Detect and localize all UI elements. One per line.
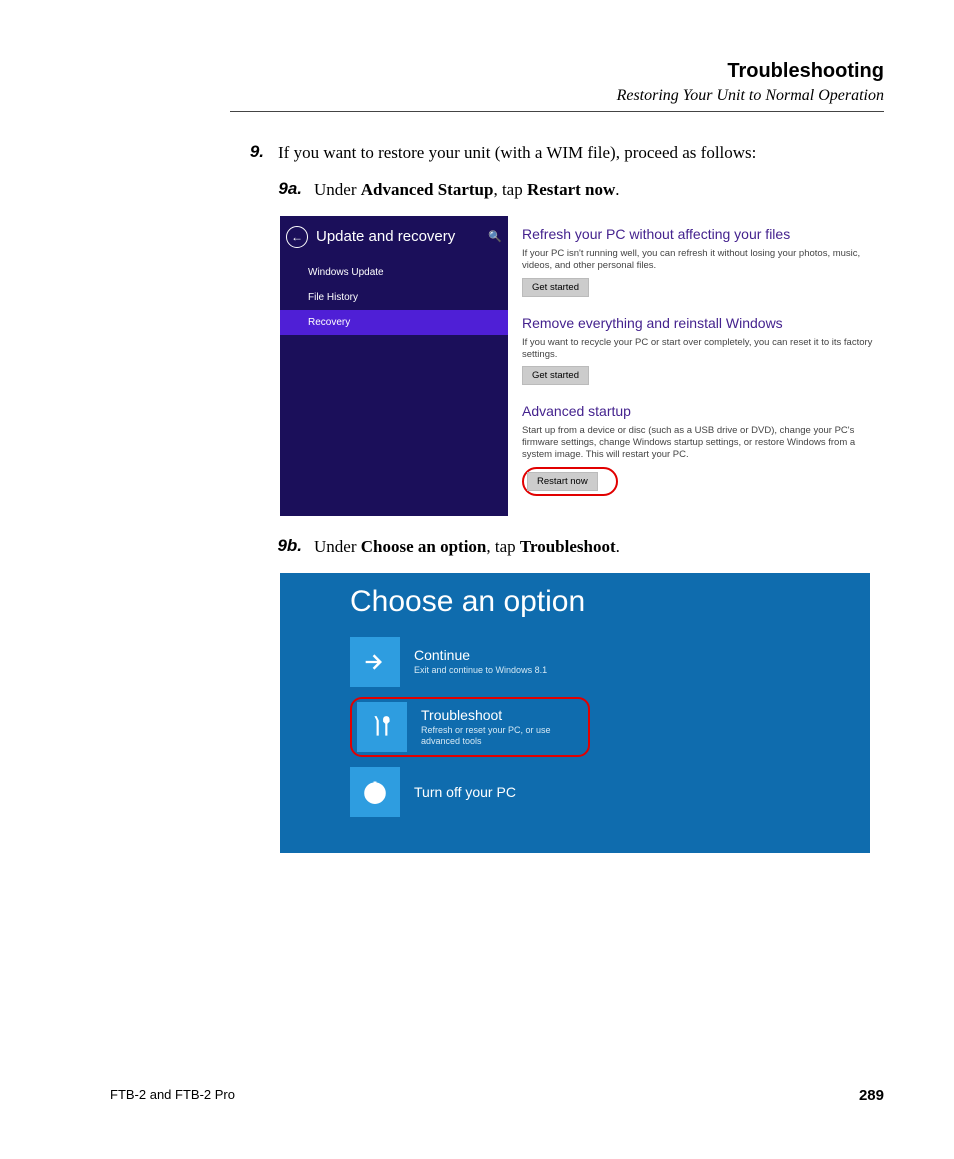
t: .	[615, 180, 619, 199]
restart-now-button[interactable]: Restart now	[527, 472, 598, 491]
t: Under	[314, 180, 361, 199]
page-number: 289	[859, 1087, 884, 1104]
remove-heading: Remove everything and reinstall Windows	[522, 315, 886, 331]
remove-get-started-button[interactable]: Get started	[522, 366, 589, 385]
refresh-heading: Refresh your PC without affecting your f…	[522, 226, 886, 242]
settings-content: Refresh your PC without affecting your f…	[508, 216, 890, 516]
bold: Troubleshoot	[520, 537, 616, 556]
highlight-oval: Restart now	[522, 467, 618, 496]
page-title: Troubleshooting	[230, 60, 884, 83]
advanced-desc: Start up from a device or disc (such as …	[522, 425, 886, 461]
choose-option-title: Choose an option	[350, 585, 850, 619]
substep-number: 9a.	[270, 179, 302, 202]
back-icon[interactable]: ←	[286, 226, 308, 248]
bold: Advanced Startup	[361, 180, 494, 199]
footer-left: FTB-2 and FTB-2 Pro	[110, 1087, 235, 1104]
bold: Restart now	[527, 180, 615, 199]
t: .	[616, 537, 620, 556]
bold: Choose an option	[361, 537, 487, 556]
t: , tap	[493, 180, 527, 199]
step-number: 9.	[240, 142, 264, 165]
search-icon[interactable]: 🔍	[488, 230, 502, 243]
option-turnoff[interactable]: Turn off your PC	[350, 767, 850, 817]
step-text: If you want to restore your unit (with a…	[278, 142, 884, 165]
remove-desc: If you want to recycle your PC or start …	[522, 337, 886, 361]
header-rule	[230, 111, 884, 112]
option-continue[interactable]: Continue Exit and continue to Windows 8.…	[350, 637, 850, 687]
power-icon	[361, 778, 389, 806]
continue-tile	[350, 637, 400, 687]
turnoff-label: Turn off your PC	[414, 784, 516, 800]
continue-label: Continue	[414, 647, 547, 663]
screenshot-choose-option: Choose an option Continue Exit and conti…	[280, 573, 870, 853]
refresh-get-started-button[interactable]: Get started	[522, 278, 589, 297]
t: Under	[314, 537, 361, 556]
refresh-desc: If your PC isn't running well, you can r…	[522, 248, 886, 272]
turnoff-tile	[350, 767, 400, 817]
step-9: 9. If you want to restore your unit (wit…	[240, 142, 884, 165]
page-footer: FTB-2 and FTB-2 Pro 289	[110, 1087, 884, 1104]
nav-recovery[interactable]: Recovery	[280, 310, 508, 335]
substep-text: Under Choose an option, tap Troubleshoot…	[314, 536, 884, 559]
highlight-rect: Troubleshoot Refresh or reset your PC, o…	[350, 697, 590, 757]
continue-desc: Exit and continue to Windows 8.1	[414, 665, 547, 676]
troubleshoot-desc: Refresh or reset your PC, or use advance…	[421, 725, 581, 747]
t: , tap	[486, 537, 520, 556]
nav-file-history[interactable]: File History	[298, 285, 508, 310]
page-subtitle: Restoring Your Unit to Normal Operation	[230, 87, 884, 105]
option-troubleshoot[interactable]: Troubleshoot Refresh or reset your PC, o…	[357, 702, 581, 752]
screenshot-update-recovery: ← Update and recovery 🔍 Windows Update F…	[280, 216, 890, 516]
arrow-right-icon	[361, 648, 389, 676]
substep-text: Under Advanced Startup, tap Restart now.	[314, 179, 884, 202]
panel-title: Update and recovery	[316, 228, 488, 245]
step-9b: 9b. Under Choose an option, tap Troubles…	[270, 536, 884, 559]
substep-number: 9b.	[270, 536, 302, 559]
tools-icon	[369, 714, 395, 740]
settings-nav-panel: ← Update and recovery 🔍 Windows Update F…	[280, 216, 508, 516]
troubleshoot-tile	[357, 702, 407, 752]
step-9a: 9a. Under Advanced Startup, tap Restart …	[270, 179, 884, 202]
troubleshoot-label: Troubleshoot	[421, 707, 581, 723]
nav-windows-update[interactable]: Windows Update	[298, 260, 508, 285]
advanced-heading: Advanced startup	[522, 403, 886, 419]
